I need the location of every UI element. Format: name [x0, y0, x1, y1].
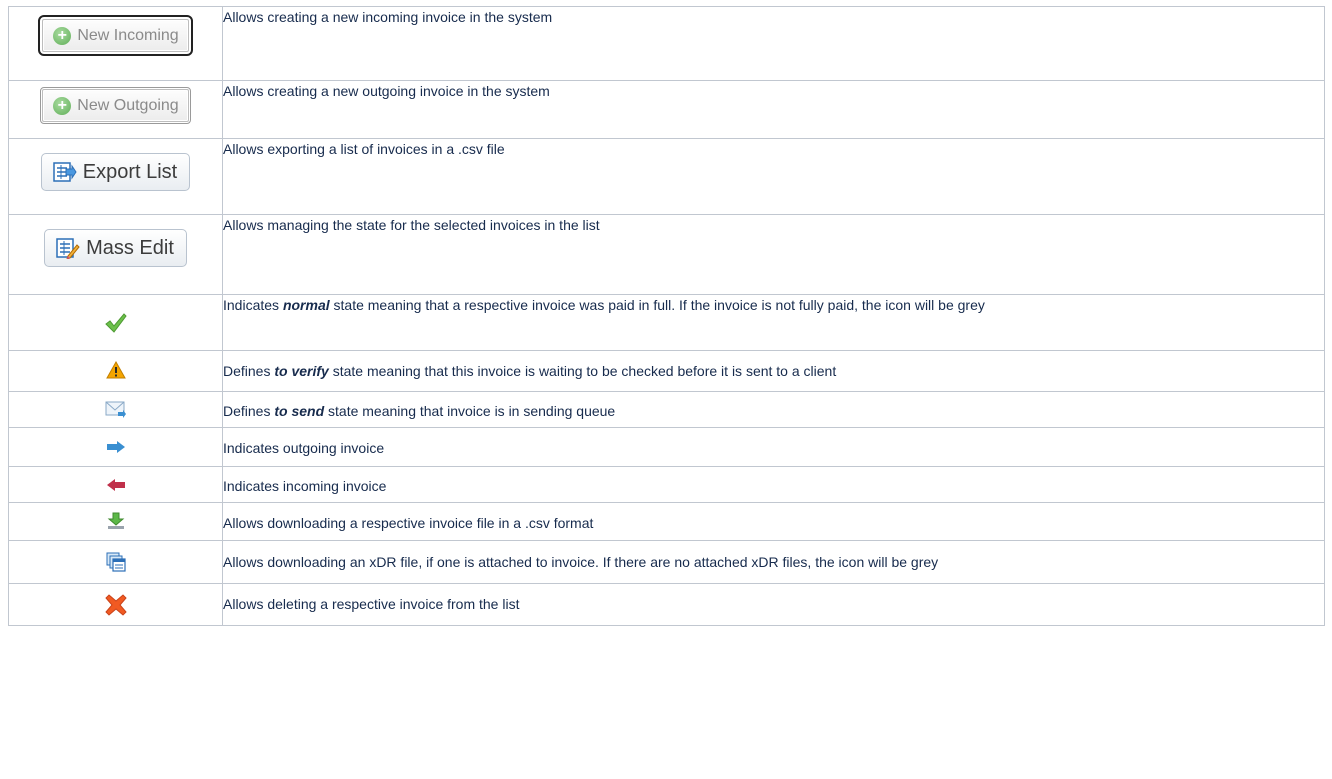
icon-cell [8, 391, 223, 428]
description-cell: Defines to verify state meaning that thi… [222, 350, 1325, 392]
state-name: to send [274, 403, 325, 419]
table-row: + New Outgoing Allows creating a new out… [8, 80, 1325, 139]
icon-cell: Export List [8, 138, 223, 215]
icon-cell: + New Incoming [8, 6, 223, 81]
description-cell: Allows creating a new incoming invoice i… [222, 6, 1325, 81]
icon-cell [8, 583, 223, 626]
envelope-icon [105, 401, 126, 418]
icon-cell [8, 294, 223, 351]
description-text: state meaning that a respective invoice … [329, 297, 985, 313]
icon-cell [8, 427, 223, 467]
description-cell: Allows downloading a respective invoice … [222, 502, 1325, 541]
description-text: Indicates [223, 297, 283, 313]
button-label: New Incoming [77, 26, 179, 44]
new-outgoing-button[interactable]: + New Outgoing [40, 87, 191, 124]
icon-cell [8, 466, 223, 503]
icon-cell [8, 502, 223, 541]
table-row: Defines to verify state meaning that thi… [8, 350, 1325, 392]
table-row: Indicates normal state meaning that a re… [8, 294, 1325, 351]
plus-circle-icon: + [53, 96, 72, 115]
description-cell: Allows deleting a respective invoice fro… [222, 583, 1325, 626]
table-row: Indicates outgoing invoice [8, 427, 1325, 467]
table-row: Indicates incoming invoice [8, 466, 1325, 503]
download-icon [107, 512, 124, 529]
mass-edit-icon [56, 238, 80, 259]
new-incoming-button[interactable]: + New Incoming [38, 15, 193, 56]
state-name: normal [282, 297, 330, 313]
button-label: Export List [82, 160, 178, 183]
plus-circle-icon: + [53, 26, 72, 45]
table-row: Defines to send state meaning that invoi… [8, 391, 1325, 428]
delete-x-icon [104, 594, 127, 616]
table-row: Allows deleting a respective invoice fro… [8, 583, 1325, 626]
description-text: Defines [223, 403, 275, 419]
description-cell: Allows managing the state for the select… [222, 214, 1325, 295]
description-cell: Defines to send state meaning that invoi… [222, 391, 1325, 428]
icon-cell [8, 350, 223, 392]
table-row: Allows downloading an xDR file, if one i… [8, 540, 1325, 584]
table-row: Export List Allows exporting a list of i… [8, 138, 1325, 215]
description-cell: Indicates outgoing invoice [222, 427, 1325, 467]
description-cell: Allows exporting a list of invoices in a… [222, 138, 1325, 215]
description-text: Defines [223, 363, 275, 379]
state-name: to verify [274, 363, 329, 379]
icon-cell: Mass Edit [8, 214, 223, 295]
icon-cell [8, 540, 223, 584]
icon-cell: + New Outgoing [8, 80, 223, 139]
button-label: New Outgoing [77, 96, 179, 114]
table-row: Mass Edit Allows managing the state for … [8, 214, 1325, 295]
arrow-left-icon [106, 479, 125, 491]
legend-table: + New Incoming Allows creating a new inc… [8, 6, 1325, 626]
description-text: state meaning that this invoice is waiti… [328, 363, 837, 379]
table-row: Allows downloading a respective invoice … [8, 502, 1325, 541]
button-label: Mass Edit [86, 236, 174, 259]
description-cell: Allows downloading an xDR file, if one i… [222, 540, 1325, 584]
description-cell: Indicates normal state meaning that a re… [222, 294, 1325, 351]
description-cell: Allows creating a new outgoing invoice i… [222, 80, 1325, 139]
arrow-right-icon [106, 441, 125, 453]
mass-edit-button[interactable]: Mass Edit [44, 229, 187, 267]
checkmark-icon [104, 313, 127, 333]
description-cell: Indicates incoming invoice [222, 466, 1325, 503]
export-list-button[interactable]: Export List [40, 153, 191, 191]
warning-icon [105, 361, 126, 379]
table-row: + New Incoming Allows creating a new inc… [8, 6, 1325, 81]
export-list-icon [53, 162, 77, 182]
xdr-files-icon [106, 552, 126, 572]
description-text: state meaning that invoice is in sending… [324, 403, 616, 419]
